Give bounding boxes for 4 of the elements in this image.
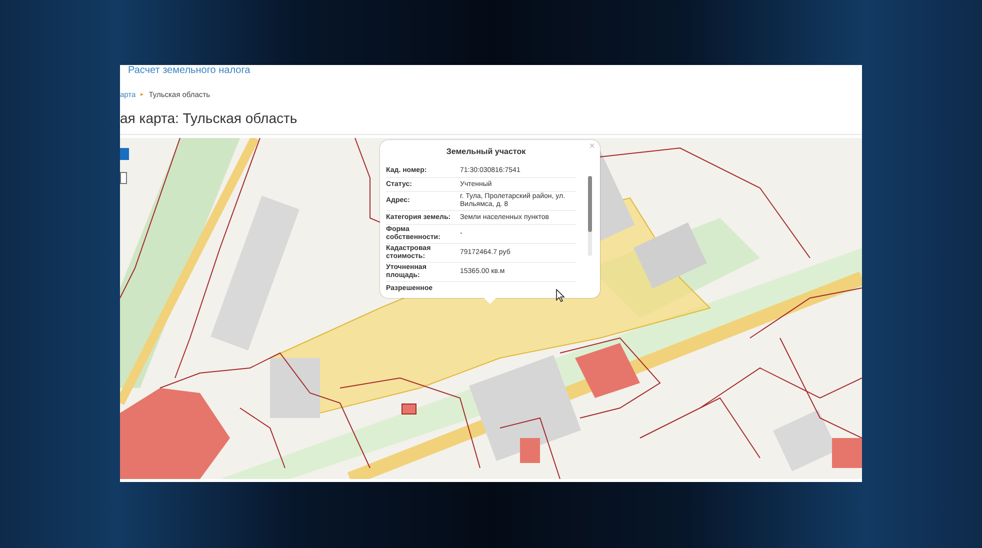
popup-title: Земельный участок [445, 147, 527, 156]
page-title: ая карта: Тульская область [120, 109, 862, 135]
map-control-button[interactable] [120, 172, 127, 184]
scrollbar[interactable] [588, 176, 592, 256]
